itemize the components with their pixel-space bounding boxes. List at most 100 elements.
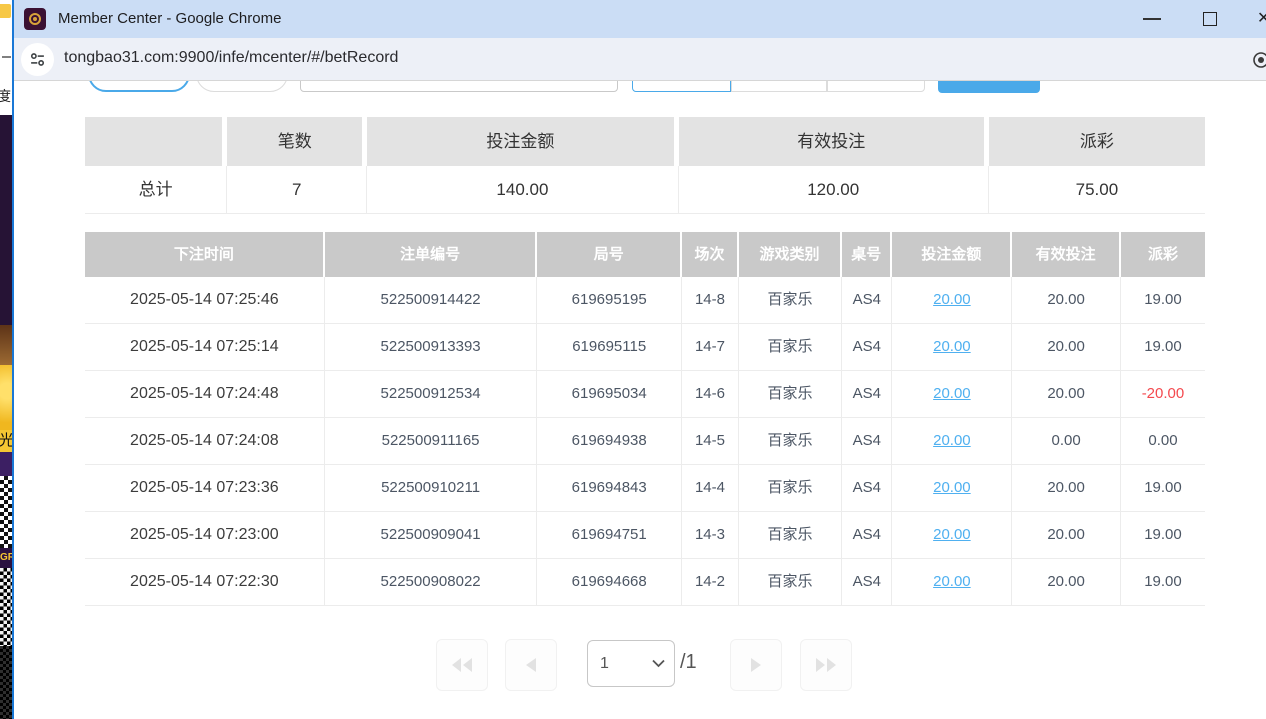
url-text[interactable]: tongbao31.com:9900/infe/mcenter/#/betRec…	[64, 49, 398, 67]
segment-button-middle[interactable]	[731, 81, 827, 92]
order-no: 522500912534	[325, 371, 538, 418]
payout-cell: -20.00	[1121, 371, 1205, 418]
game-type: 百家乐	[739, 277, 842, 324]
site-settings-icon[interactable]	[21, 43, 54, 76]
summary-header-bet-amount: 投注金额	[367, 117, 673, 166]
minimize-button[interactable]	[1143, 18, 1161, 20]
table-no: AS4	[842, 559, 892, 606]
payout-cell: 19.00	[1121, 277, 1205, 324]
bet-time: 2025-05-14 07:22:30	[85, 559, 325, 606]
game-type: 百家乐	[739, 559, 842, 606]
round-no: 619695034	[537, 371, 681, 418]
valid-bet: 20.00	[1012, 277, 1121, 324]
last-page-button[interactable]	[800, 639, 852, 691]
col-header-valid-bet: 有效投注	[1012, 232, 1119, 277]
valid-bet: 20.00	[1012, 465, 1121, 512]
table-no: AS4	[842, 277, 892, 324]
bet-record-page: 笔数 投注金额 有效投注 派彩 总计 7 140.00 120.00 75.00…	[14, 81, 1266, 718]
bet-amount-link[interactable]: 20.00	[933, 338, 971, 355]
valid-bet: 20.00	[1012, 559, 1121, 606]
bet-amount-link[interactable]: 20.00	[933, 291, 971, 308]
col-header-session: 场次	[682, 232, 737, 277]
round-no: 619694843	[537, 465, 681, 512]
session: 14-8	[682, 277, 739, 324]
page-select-wrap: 1	[587, 640, 675, 687]
bet-amount-cell: 20.00	[892, 465, 1012, 512]
session: 14-6	[682, 371, 739, 418]
close-button[interactable]: ✕	[1257, 11, 1266, 27]
game-type: 百家乐	[739, 512, 842, 559]
session: 14-2	[682, 559, 739, 606]
search-button[interactable]	[938, 81, 1040, 93]
page-select[interactable]: 1	[587, 640, 675, 687]
summary-total-bet-amount: 140.00	[367, 166, 678, 214]
session: 14-3	[682, 512, 739, 559]
background-purple-band	[0, 452, 12, 476]
total-pages-label: /1	[680, 651, 697, 674]
payout-cell: 0.00	[1121, 418, 1205, 465]
bet-time: 2025-05-14 07:23:00	[85, 512, 325, 559]
url-bar[interactable]: tongbao31.com:9900/infe/mcenter/#/betRec…	[14, 38, 1266, 81]
background-gold-bar-image	[0, 325, 12, 365]
segment-button-right[interactable]	[827, 81, 925, 92]
bet-amount-link[interactable]: 20.00	[933, 385, 971, 402]
chrome-window: Member Center - Google Chrome ✕ tongbao3…	[14, 0, 1266, 719]
window-title: Member Center - Google Chrome	[58, 10, 281, 27]
valid-bet: 0.00	[1012, 418, 1121, 465]
summary-header-count: 笔数	[227, 117, 362, 166]
background-dash	[2, 56, 11, 58]
bet-time: 2025-05-14 07:23:36	[85, 465, 325, 512]
order-no: 522500911165	[325, 418, 538, 465]
background-text-gold: 光	[0, 430, 12, 452]
background-qr-code-bottom	[0, 568, 12, 646]
col-header-bet-time: 下注时间	[85, 232, 323, 277]
summary-header-blank	[85, 117, 222, 166]
round-no: 619694668	[537, 559, 681, 606]
bet-amount-link[interactable]: 20.00	[933, 573, 971, 590]
filter-pill-active[interactable]	[88, 81, 190, 92]
col-header-order-no: 注单编号	[325, 232, 536, 277]
bet-amount-cell: 20.00	[892, 418, 1012, 465]
background-gold-glow	[0, 365, 12, 430]
previous-page-button[interactable]	[505, 639, 557, 691]
filter-pill[interactable]	[196, 81, 288, 92]
bet-amount-link[interactable]: 20.00	[933, 432, 971, 449]
payout-cell: 19.00	[1121, 512, 1205, 559]
window-titlebar[interactable]: Member Center - Google Chrome ✕	[14, 0, 1266, 38]
table-no: AS4	[842, 465, 892, 512]
first-page-button[interactable]	[436, 639, 488, 691]
game-type: 百家乐	[739, 465, 842, 512]
round-no: 619694938	[537, 418, 681, 465]
summary-total-label: 总计	[85, 166, 227, 214]
background-folder-icon	[0, 4, 11, 18]
col-header-game-type: 游戏类别	[739, 232, 840, 277]
valid-bet: 20.00	[1012, 324, 1121, 371]
summary-total-count: 7	[227, 166, 367, 214]
bet-amount-link[interactable]: 20.00	[933, 526, 971, 543]
bet-time: 2025-05-14 07:24:08	[85, 418, 325, 465]
session: 14-4	[682, 465, 739, 512]
bet-amount-cell: 20.00	[892, 512, 1012, 559]
background-dark-pattern	[0, 646, 12, 719]
screen: 度 光 GR Member Center - Google Chrome ✕	[0, 0, 1266, 719]
bet-amount-cell: 20.00	[892, 277, 1012, 324]
round-no: 619695115	[537, 324, 681, 371]
bet-amount-link[interactable]: 20.00	[933, 479, 971, 496]
maximize-button[interactable]	[1203, 12, 1217, 26]
target-icon[interactable]	[1252, 51, 1266, 74]
date-range-input[interactable]	[300, 81, 618, 92]
segment-button-active[interactable]	[632, 81, 731, 92]
bet-time: 2025-05-14 07:25:46	[85, 277, 325, 324]
background-text-gr: GR	[0, 548, 12, 568]
bet-amount-cell: 20.00	[892, 371, 1012, 418]
session: 14-5	[682, 418, 739, 465]
summary-total-payout: 75.00	[989, 166, 1205, 214]
game-type: 百家乐	[739, 418, 842, 465]
bet-amount-cell: 20.00	[892, 324, 1012, 371]
bet-amount-cell: 20.00	[892, 559, 1012, 606]
table-no: AS4	[842, 371, 892, 418]
payout-cell: 19.00	[1121, 559, 1205, 606]
background-purple-banner	[0, 115, 12, 325]
next-page-button[interactable]	[730, 639, 782, 691]
col-header-round-no: 局号	[537, 232, 679, 277]
